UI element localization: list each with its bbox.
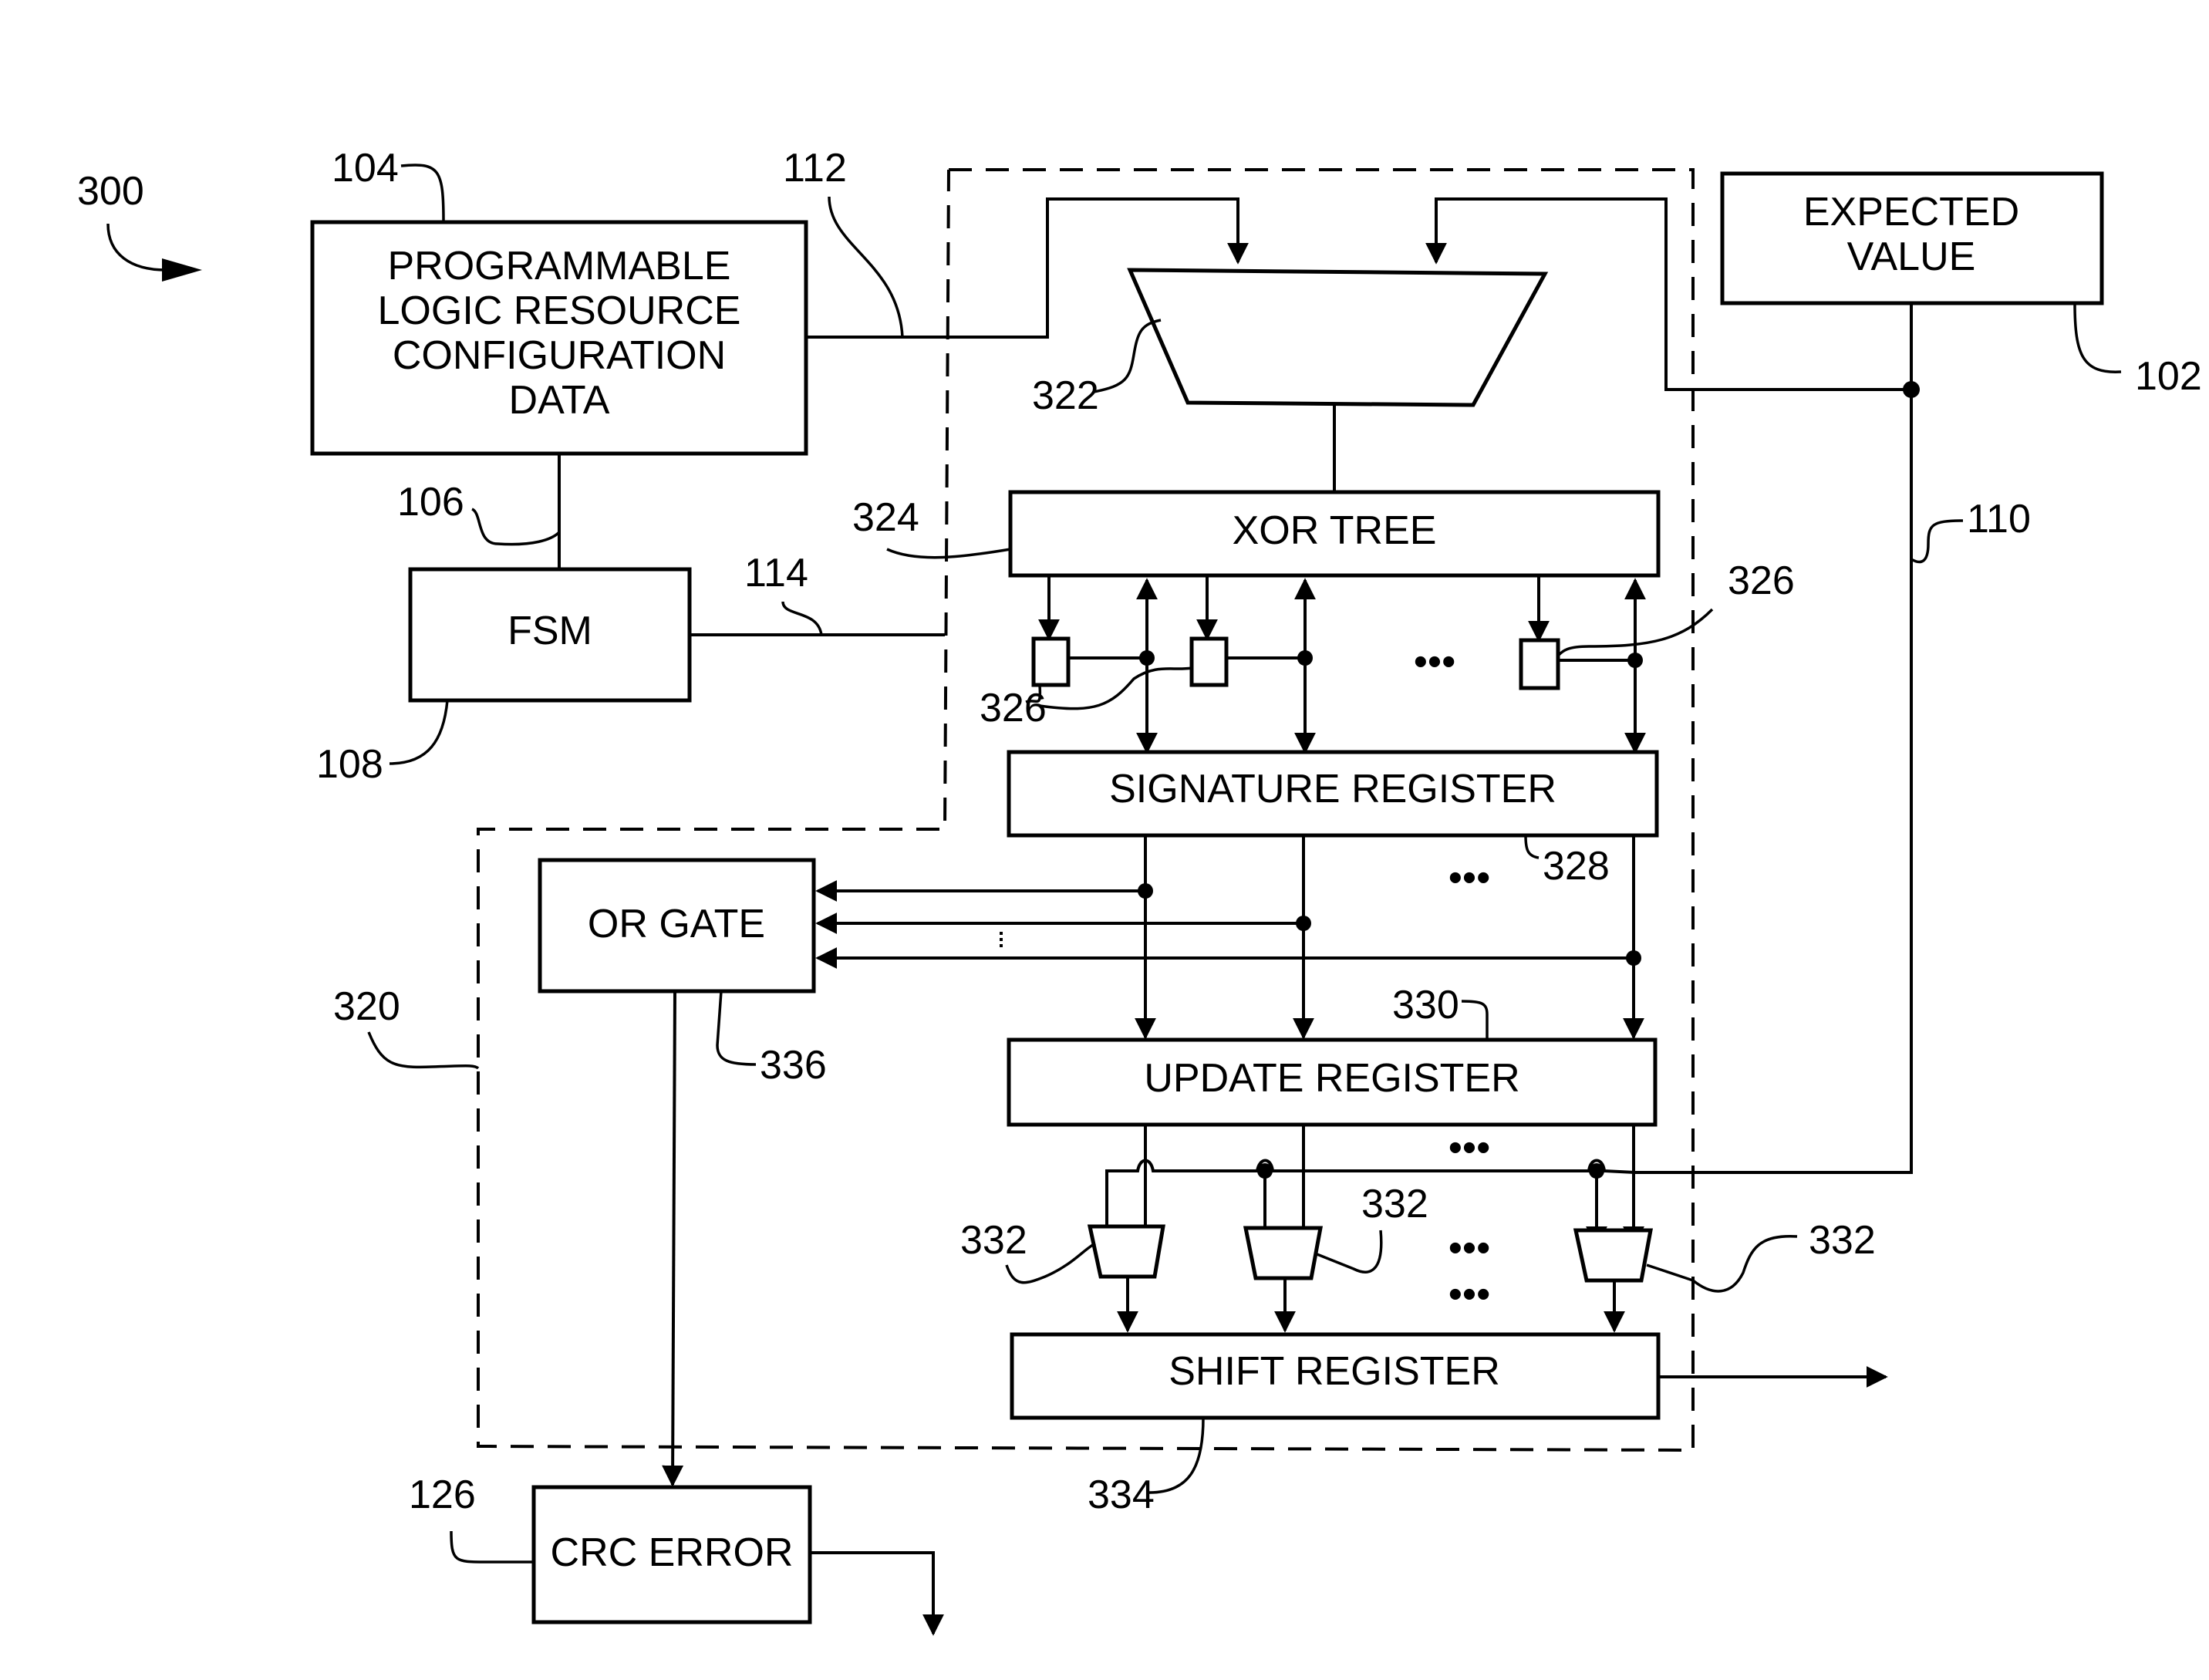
flipflop-ellipsis: ••• xyxy=(1414,639,1456,684)
update-register-ref: 330 xyxy=(1392,983,1459,1027)
crc-diagram: 300 PROGRAMMABLE LOGIC RESOURCE CONFIGUR… xyxy=(77,146,2202,1636)
mux-leader-n xyxy=(1646,1234,1798,1293)
expected-value-leader xyxy=(2073,302,2122,373)
expected-bus-leader xyxy=(1911,519,1964,564)
flipflop xyxy=(1189,636,1229,687)
update-ellipsis: ••• xyxy=(1448,1125,1491,1170)
signature-register-label: SIGNATURE REGISTER xyxy=(1109,767,1556,811)
crc-error-label: CRC ERROR xyxy=(551,1530,794,1575)
figure-ref: 300 xyxy=(77,169,144,214)
junction-dot xyxy=(1257,1163,1273,1179)
expected-bus-wire xyxy=(1635,303,1913,1174)
junction-dot xyxy=(1903,381,1920,398)
fsm-bus-leader xyxy=(781,601,823,636)
flipflop xyxy=(1031,636,1071,687)
crc-circuit-leader xyxy=(367,1031,480,1070)
fsm-ref: 108 xyxy=(316,742,383,787)
figure-ref-arrow xyxy=(162,258,202,282)
signature-register-ref: 328 xyxy=(1543,844,1610,889)
mux-ellipsis-1: ••• xyxy=(1448,1226,1491,1270)
mux-ref-2: 332 xyxy=(1361,1182,1428,1226)
shift-register-label: SHIFT REGISTER xyxy=(1169,1349,1500,1394)
mux-2 xyxy=(1243,1226,1324,1280)
flipflop-column-n xyxy=(1519,575,1646,754)
mux-ref-1: 332 xyxy=(960,1218,1027,1263)
crc-error-output-wire xyxy=(810,1551,944,1636)
config-fsm-ref: 106 xyxy=(397,480,464,525)
mux-ref-n: 332 xyxy=(1809,1218,1876,1263)
config-data-line-2: LOGIC RESOURCE xyxy=(378,288,741,333)
update-register-label: UPDATE REGISTER xyxy=(1144,1056,1519,1101)
xor-tree-ref: 324 xyxy=(852,495,919,540)
fsm-bus-ref: 114 xyxy=(744,551,808,595)
crc-circuit-ref: 320 xyxy=(333,984,400,1029)
config-data-line-1: PROGRAMMABLE xyxy=(388,244,731,288)
flipflop-ref-right: 326 xyxy=(1728,558,1795,603)
flipflop-column-1 xyxy=(1031,575,1158,754)
figure-ref-leader xyxy=(106,223,167,272)
flipflop xyxy=(1519,638,1560,690)
fsm-label: FSM xyxy=(508,609,592,653)
flipflop-ref-left: 326 xyxy=(980,686,1047,730)
top-mux-ref: 322 xyxy=(1032,373,1099,418)
shift-register-ref: 334 xyxy=(1088,1473,1155,1517)
or-gate-leader xyxy=(716,990,757,1066)
junction-dot xyxy=(1626,950,1641,966)
config-data-line-4: DATA xyxy=(509,378,610,423)
expected-value-line-1: EXPECTED xyxy=(1803,190,2019,234)
expected-bus-ref: 110 xyxy=(1967,497,2031,541)
crc-error-ref: 126 xyxy=(409,1473,476,1517)
shift-register-leader xyxy=(1148,1417,1205,1494)
xor-tree-leader xyxy=(886,548,1011,559)
mux-n xyxy=(1573,1228,1654,1283)
config-bus-ref: 112 xyxy=(783,146,847,191)
config-data-line-3: CONFIGURATION xyxy=(393,333,726,378)
update-register-leader xyxy=(1461,1000,1489,1040)
expected-value-ref: 102 xyxy=(2135,354,2202,399)
config-data-ref: 104 xyxy=(332,146,399,191)
top-mux xyxy=(1127,268,1549,407)
or-gate-label: OR GATE xyxy=(588,902,765,946)
xor-tree-label: XOR TREE xyxy=(1233,508,1437,553)
crc-error-leader xyxy=(450,1530,534,1564)
or-crc-wire xyxy=(662,990,684,1487)
junction-dot xyxy=(1296,916,1311,931)
fsm-leader xyxy=(389,700,449,765)
flipflop-column-2 xyxy=(1189,575,1316,754)
config-bus-leader xyxy=(828,196,904,338)
config-fsm-leader xyxy=(470,508,561,546)
config-data-leader xyxy=(400,164,445,223)
expected-value-line-2: VALUE xyxy=(1847,234,1976,279)
junction-dot xyxy=(1589,1163,1604,1179)
mux-1 xyxy=(1087,1224,1165,1279)
signature-register-leader xyxy=(1524,835,1540,859)
mux-leader-2 xyxy=(1314,1230,1383,1273)
or-gate-ref: 336 xyxy=(760,1043,827,1088)
signature-ellipsis: ••• xyxy=(1448,855,1491,900)
junction-dot xyxy=(1138,883,1153,899)
mux-ellipsis-2: ••• xyxy=(1448,1272,1491,1317)
top-mux-leader xyxy=(1093,319,1162,393)
